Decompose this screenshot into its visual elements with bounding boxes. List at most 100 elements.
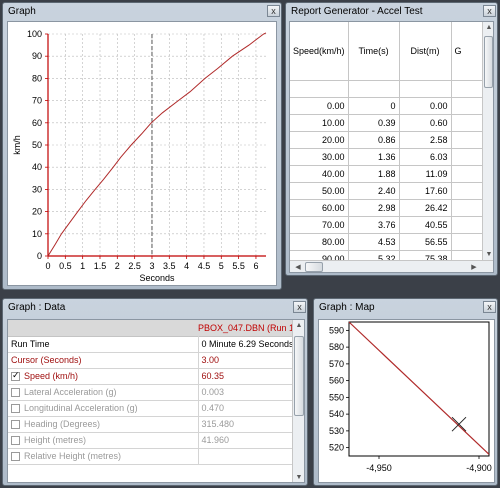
cell-g[interactable] (451, 165, 483, 183)
table-row[interactable]: 40.00 1.88 11.09 (290, 165, 483, 183)
data-row-label-cell: Longitudinal Acceleration (g) (8, 400, 199, 417)
scroll-left-icon[interactable]: ◀ (292, 263, 304, 271)
cell-speed[interactable]: 60.00 (290, 199, 349, 217)
cell-speed[interactable]: 20.00 (290, 131, 349, 149)
cell-speed[interactable]: 70.00 (290, 216, 349, 234)
table-row[interactable]: 60.00 2.98 26.42 (290, 199, 483, 217)
cell-dist[interactable]: 2.58 (399, 131, 452, 149)
channel-checkbox[interactable] (11, 404, 20, 414)
report-vertical-scrollbar[interactable]: ▲ ▼ (482, 22, 493, 260)
graph-plot-area[interactable]: 0 10 20 30 40 50 60 70 80 90 100 0 0.5 1 1.5 2 2.5 3 3.5 4 4… (7, 21, 277, 286)
data-row[interactable]: Heading (Degrees) 315.480 (8, 416, 298, 433)
map-plot-area[interactable]: 520 530 540 550 560 570 580 590 -4,950 -4,900 (318, 319, 495, 483)
report-hscroll-thumb[interactable] (305, 262, 323, 272)
cell-dist[interactable]: 6.03 (399, 148, 452, 166)
graph-close-button[interactable]: x (267, 5, 280, 17)
map-titlebar[interactable]: Graph : Map x (314, 299, 497, 316)
cell-g[interactable] (451, 233, 483, 251)
data-titlebar[interactable]: Graph : Data x (3, 299, 307, 316)
y-tick-label: 20 (32, 207, 42, 217)
scroll-down-icon[interactable]: ▼ (483, 251, 493, 258)
data-scroll-up-icon[interactable]: ▲ (293, 322, 304, 329)
data-row-label-cell: Run Time (8, 336, 199, 353)
cell-speed[interactable]: 50.00 (290, 182, 349, 200)
table-row[interactable]: 10.00 0.39 0.60 (290, 114, 483, 132)
table-row[interactable]: 80.00 4.53 56.55 (290, 233, 483, 251)
data-row[interactable]: Longitudinal Acceleration (g) 0.470 (8, 400, 298, 417)
data-vertical-scrollbar[interactable]: ▲ ▼ (292, 320, 304, 482)
report-close-button[interactable]: x (483, 5, 496, 17)
cell-dist[interactable]: 11.09 (399, 165, 452, 183)
data-row-label: Relative Height (metres) (24, 450, 122, 461)
cell-dist[interactable]: 40.55 (399, 216, 452, 234)
table-row[interactable]: 50.00 2.40 17.60 (290, 182, 483, 200)
cell-g[interactable] (451, 97, 483, 115)
table-row[interactable]: 70.00 3.76 40.55 (290, 216, 483, 234)
cell-time[interactable] (348, 80, 400, 98)
scroll-right-icon[interactable]: ▶ (468, 263, 480, 271)
cell-dist[interactable] (399, 80, 452, 98)
data-row[interactable]: Lateral Acceleration (g) 0.003 (8, 384, 298, 401)
cell-speed[interactable]: 0.00 (290, 97, 349, 115)
data-row[interactable]: Speed (km/h) 60.35 (8, 368, 298, 385)
column-header-g[interactable]: G (451, 22, 483, 81)
table-row[interactable] (290, 80, 483, 98)
map-close-button[interactable]: x (483, 301, 496, 313)
cell-g[interactable] (451, 199, 483, 217)
cell-time[interactable]: 1.36 (348, 148, 400, 166)
y-tick-label: 70 (32, 96, 42, 106)
cell-time[interactable]: 2.40 (348, 182, 400, 200)
column-header-dist[interactable]: Dist(m) (399, 22, 452, 81)
channel-checkbox[interactable] (11, 436, 20, 446)
cell-g[interactable] (451, 182, 483, 200)
data-vscroll-thumb[interactable] (294, 336, 304, 416)
cell-speed[interactable] (290, 80, 349, 98)
cell-dist[interactable]: 0.60 (399, 114, 452, 132)
cell-g[interactable] (451, 148, 483, 166)
cell-speed[interactable]: 40.00 (290, 165, 349, 183)
data-table-area: PBOX_047.DBN (Run 1) Run Time 0 Minute 6.… (7, 319, 305, 483)
cell-time[interactable]: 0.39 (348, 114, 400, 132)
channel-checkbox[interactable] (11, 420, 20, 430)
cell-time[interactable]: 0 (348, 97, 400, 115)
cell-speed[interactable]: 30.00 (290, 148, 349, 166)
report-horizontal-scrollbar[interactable]: ◀ ▶ (290, 260, 493, 272)
cell-dist[interactable]: 56.55 (399, 233, 452, 251)
cell-dist[interactable]: 26.42 (399, 199, 452, 217)
table-row[interactable]: 20.00 0.86 2.58 (290, 131, 483, 149)
track-map[interactable]: 520 530 540 550 560 570 580 590 -4,950 -4,900 (319, 320, 494, 482)
table-row[interactable]: 0.00 0 0.00 (290, 97, 483, 115)
data-row[interactable]: Relative Height (metres) (8, 448, 298, 465)
column-header-speed[interactable]: Speed(km/h) (290, 22, 349, 81)
data-scroll-down-icon[interactable]: ▼ (293, 474, 304, 481)
data-close-button[interactable]: x (293, 301, 306, 313)
cell-time[interactable]: 2.98 (348, 199, 400, 217)
table-row[interactable]: 30.00 1.36 6.03 (290, 148, 483, 166)
cell-g[interactable] (451, 131, 483, 149)
cell-g[interactable] (451, 114, 483, 132)
data-row[interactable]: Height (metres) 41.960 (8, 432, 298, 449)
data-row[interactable]: Run Time 0 Minute 6.29 Seconds (8, 336, 298, 353)
cell-speed[interactable]: 80.00 (290, 233, 349, 251)
cell-g[interactable] (451, 80, 483, 98)
cell-time[interactable]: 1.88 (348, 165, 400, 183)
channel-checkbox[interactable] (11, 388, 20, 398)
cell-time[interactable]: 0.86 (348, 131, 400, 149)
report-vscroll-thumb[interactable] (484, 36, 493, 88)
cell-dist[interactable]: 17.60 (399, 182, 452, 200)
cell-time[interactable]: 3.76 (348, 216, 400, 234)
cell-g[interactable] (451, 216, 483, 234)
data-row[interactable]: Cursor (Seconds) 3.00 (8, 352, 298, 369)
report-titlebar[interactable]: Report Generator - Accel Test x (286, 3, 497, 20)
cell-speed[interactable]: 10.00 (290, 114, 349, 132)
column-header-time[interactable]: Time(s) (348, 22, 400, 81)
cell-dist[interactable]: 0.00 (399, 97, 452, 115)
graph-titlebar[interactable]: Graph x (3, 3, 281, 20)
data-row-label-cell: Relative Height (metres) (8, 448, 199, 465)
cell-time[interactable]: 4.53 (348, 233, 400, 251)
channel-checkbox[interactable] (11, 370, 20, 382)
speed-time-chart[interactable]: 0 10 20 30 40 50 60 70 80 90 100 0 0.5 1 1.5 2 2.5 3 3.5 4 4… (8, 22, 276, 285)
scroll-up-icon[interactable]: ▲ (483, 24, 493, 31)
data-row-value: 3.00 (198, 352, 298, 369)
channel-checkbox[interactable] (11, 452, 20, 462)
